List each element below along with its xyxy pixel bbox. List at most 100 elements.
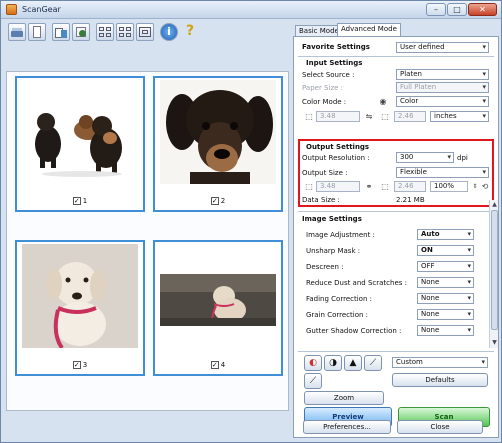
histogram-icon[interactable]: ▲ xyxy=(344,355,362,371)
preferences-button[interactable]: Preferences... xyxy=(303,420,391,434)
descreen-select[interactable]: OFF xyxy=(417,261,474,272)
output-settings-heading: Output Settings xyxy=(306,143,370,151)
thumbnail-view-icon[interactable] xyxy=(96,23,114,41)
output-size-label: Output Size : xyxy=(302,169,348,177)
close-window-button[interactable]: ✕ xyxy=(468,3,497,16)
thumbnail-caption[interactable]: ✓ 2 xyxy=(155,197,281,207)
reduce-dust-select[interactable]: None xyxy=(417,277,474,288)
output-resolution-label: Output Resolution : xyxy=(302,154,370,162)
divider xyxy=(298,351,494,352)
aspect-ratio-icon[interactable]: ⇋ xyxy=(364,112,374,122)
settings-pane: Basic Mode Advanced Mode Favorite Settin… xyxy=(293,23,499,441)
select-source-select[interactable]: Platen xyxy=(396,69,489,80)
thumbnail-checkbox[interactable]: ✓ xyxy=(72,197,81,205)
thumbnail-4[interactable]: ✓ 4 xyxy=(153,240,283,376)
grain-correction-label: Grain Correction : xyxy=(306,311,368,319)
color-mode-select[interactable]: Color xyxy=(396,96,489,107)
input-height-icon: ⬚ xyxy=(381,112,389,121)
thumbnail-checkbox[interactable]: ✓ xyxy=(210,197,219,205)
blank-page-icon[interactable] xyxy=(28,23,46,41)
input-width-field[interactable]: 3.48 xyxy=(316,111,360,122)
thumbnail-3[interactable]: ✓ 3 xyxy=(15,240,145,376)
window-title: ScanGear xyxy=(22,5,61,14)
output-size-select[interactable]: Flexible xyxy=(396,167,489,178)
descreen-label: Descreen : xyxy=(306,263,344,271)
brightness-contrast-icon[interactable]: ◑ xyxy=(324,355,342,371)
adjustment-preset-select[interactable]: Custom xyxy=(392,357,488,368)
image-adjustment-select[interactable]: Auto xyxy=(417,229,474,240)
reduce-dust-label: Reduce Dust and Scratches : xyxy=(306,279,407,287)
fading-correction-label: Fading Correction : xyxy=(306,295,372,303)
toolbar: i ? xyxy=(4,21,290,43)
scanner-icon[interactable] xyxy=(8,23,26,41)
close-button[interactable]: Close xyxy=(397,420,483,434)
thumbnail-image xyxy=(22,82,138,186)
labrador-small-photo xyxy=(160,274,276,326)
favorite-settings-label: Favorite Settings xyxy=(302,43,370,51)
gutter-shadow-label: Gutter Shadow Correction : xyxy=(306,327,402,335)
mode-tabs: Basic Mode Advanced Mode xyxy=(293,23,499,37)
chain-link-icon[interactable]: ⚭ xyxy=(364,182,374,192)
input-width-icon: ⬚ xyxy=(305,112,313,121)
tab-advanced-mode[interactable]: Advanced Mode xyxy=(337,23,401,37)
preview-area: ✓ 1 ✓ 2 ✓ 3 ✓ 4 xyxy=(6,71,289,411)
units-select[interactable]: inches xyxy=(430,111,489,122)
thumbnail-checkbox[interactable]: ✓ xyxy=(210,361,219,369)
fading-correction-select[interactable]: None xyxy=(417,293,474,304)
thumbnail-image xyxy=(160,80,276,184)
output-resolution-select[interactable]: 300 xyxy=(396,152,454,163)
final-review-icon[interactable]: ⟋ xyxy=(304,373,322,389)
divider xyxy=(298,56,494,57)
thumbnail-2[interactable]: ✓ 2 xyxy=(153,76,283,212)
thumbnail-caption[interactable]: ✓ 3 xyxy=(17,361,143,371)
scale-field[interactable]: 100% xyxy=(430,181,468,192)
output-reset-icon[interactable]: ⟲ xyxy=(480,182,490,192)
help-icon[interactable]: ? xyxy=(182,23,200,41)
info-icon[interactable]: i xyxy=(160,23,178,41)
labrador-photo xyxy=(22,244,138,348)
color-mode-label: Color Mode : xyxy=(302,98,347,106)
paper-size-label: Paper Size : xyxy=(302,84,344,92)
image-settings-heading: Image Settings xyxy=(302,215,362,223)
image-settings-scrollbar[interactable]: ▲ ▼ xyxy=(489,200,498,348)
whole-image-icon[interactable] xyxy=(136,23,154,41)
thumbnail-caption[interactable]: ✓ 4 xyxy=(155,361,281,371)
crop-frames-icon[interactable] xyxy=(116,23,134,41)
tone-curve-icon[interactable]: ⟋ xyxy=(364,355,382,371)
advanced-mode-panel: Favorite Settings User defined Input Set… xyxy=(293,36,499,438)
divider xyxy=(298,211,494,212)
select-source-label: Select Source : xyxy=(302,71,355,79)
favorite-settings-select[interactable]: User defined xyxy=(396,42,489,53)
scrollbar-thumb[interactable] xyxy=(491,210,498,330)
unsharp-mask-select[interactable]: ON xyxy=(417,245,474,256)
output-height-icon: ⬚ xyxy=(381,182,389,191)
grain-correction-select[interactable]: None xyxy=(417,309,474,320)
color-adjustment-icon[interactable]: ◐ xyxy=(304,355,322,371)
minimize-button[interactable]: – xyxy=(426,3,446,16)
save-icon[interactable] xyxy=(52,23,70,41)
thumbnail-checkbox[interactable]: ✓ xyxy=(72,361,81,369)
thumbnail-image xyxy=(22,244,138,348)
data-size-label: Data Size : xyxy=(302,196,340,204)
maximize-button[interactable]: □ xyxy=(447,3,467,16)
defaults-button[interactable]: Defaults xyxy=(392,373,488,387)
thumbnail-1[interactable]: ✓ 1 xyxy=(15,76,145,212)
two-dogs-photo xyxy=(22,82,138,186)
gutter-shadow-select[interactable]: None xyxy=(417,325,474,336)
unsharp-mask-label: Unsharp Mask : xyxy=(306,247,361,255)
thumbnail-image xyxy=(160,274,276,326)
color-mode-info-icon[interactable]: ◉ xyxy=(378,97,388,107)
dachshund-photo xyxy=(160,80,276,184)
scroll-down-icon[interactable]: ▼ xyxy=(491,339,498,347)
clear-icon[interactable] xyxy=(72,23,90,41)
zoom-button[interactable]: Zoom xyxy=(304,391,384,405)
output-height-field[interactable]: 2.46 xyxy=(394,181,426,192)
paper-size-select[interactable]: Full Platen xyxy=(396,82,489,93)
scroll-up-icon[interactable]: ▲ xyxy=(491,201,498,209)
thumbnail-caption[interactable]: ✓ 1 xyxy=(17,197,143,207)
scale-stepper-icon[interactable]: ⇕ xyxy=(470,182,480,192)
output-width-field[interactable]: 3.48 xyxy=(316,181,360,192)
input-height-field[interactable]: 2.46 xyxy=(394,111,426,122)
output-width-icon: ⬚ xyxy=(305,182,313,191)
scangear-window: ScanGear – □ ✕ i ? ✓ 1 ✓ 2 ✓ 3 ✓ 4 Basic… xyxy=(0,0,502,443)
